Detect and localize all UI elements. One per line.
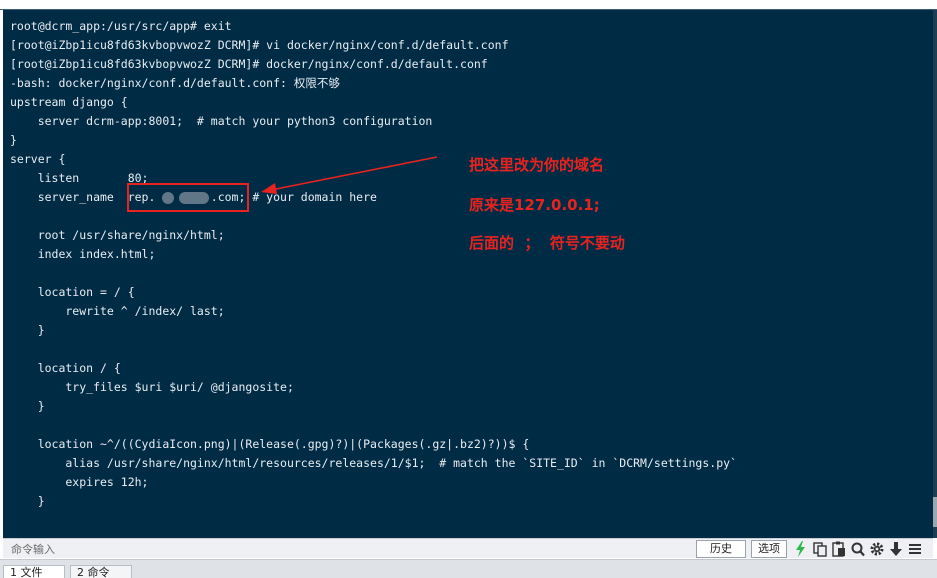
menu-icon[interactable] — [907, 540, 923, 558]
tab-file[interactable]: 1 文件 — [3, 565, 65, 578]
history-button[interactable]: 历史 — [696, 540, 746, 558]
paste-icon[interactable] — [831, 540, 847, 558]
annotation-text: 后面的 ； 符号不要动 — [469, 234, 625, 252]
copy-icon[interactable] — [812, 540, 828, 558]
terminal-output[interactable]: root@dcrm_app:/usr/src/app# exit [root@i… — [3, 10, 933, 538]
download-icon[interactable] — [888, 540, 904, 558]
scrollbar-thumb[interactable] — [933, 497, 937, 527]
lightning-icon[interactable] — [793, 540, 809, 558]
options-button[interactable]: 选项 — [751, 540, 787, 558]
tab-command[interactable]: 2 命令 — [70, 565, 132, 578]
command-bar: 历史 选项 — [3, 538, 933, 558]
annotation-text: 把这里改为你的域名 — [469, 156, 605, 174]
terminal-scrollbar[interactable] — [933, 10, 937, 538]
session-tab-bar: 1 文件 2 命令 — [0, 559, 937, 578]
gear-icon[interactable] — [869, 540, 885, 558]
command-input[interactable] — [11, 541, 691, 557]
annotation-arrow-icon — [261, 156, 438, 194]
search-icon[interactable] — [850, 540, 866, 558]
annotation-text: 原来是127.0.0.1; — [469, 196, 600, 214]
